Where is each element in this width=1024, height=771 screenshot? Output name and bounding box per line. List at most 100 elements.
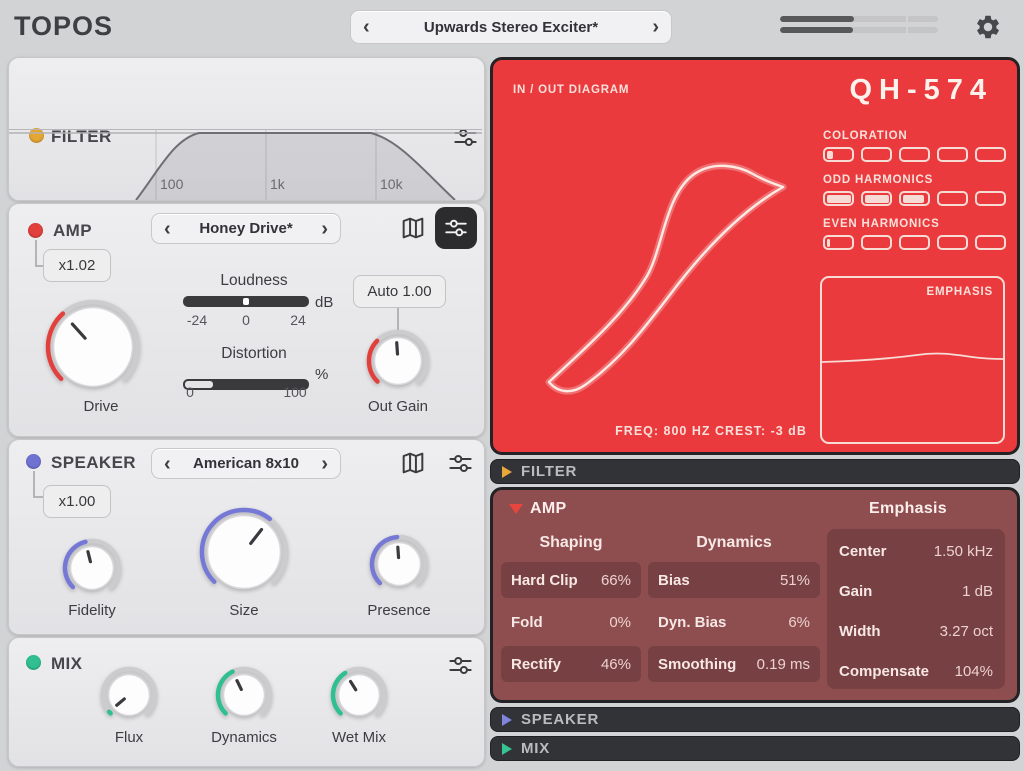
mix-enable-dot[interactable] — [26, 655, 41, 670]
amp-input-multiplier[interactable]: x1.02 — [43, 249, 111, 282]
even-harmonics-meter — [823, 235, 1006, 250]
output-level-meter — [780, 16, 938, 38]
out-gain-knob[interactable] — [366, 329, 430, 398]
param-row-center[interactable]: Center 1.50 kHz — [827, 531, 1005, 571]
led-segment — [899, 235, 930, 250]
section-bar-mix[interactable]: MIX — [490, 736, 1020, 761]
distortion-ticks: 0 100 — [183, 384, 309, 402]
param-name: Smoothing — [658, 656, 736, 673]
expand-arrow-icon — [502, 714, 512, 726]
param-value: 104% — [955, 663, 993, 680]
dynamics-column: Dynamics Bias 51% Dyn. Bias 6% Smoothing… — [648, 534, 820, 688]
filter-curve-graph[interactable]: 100 1k 10k — [9, 129, 482, 200]
mix-panel-title: MIX — [51, 654, 82, 674]
auto-gain-value[interactable]: Auto 1.00 — [353, 275, 446, 308]
preset-prev-button[interactable]: ‹ — [363, 17, 370, 37]
param-name: Gain — [839, 583, 872, 600]
param-name: Width — [839, 623, 881, 640]
speaker-model-name[interactable]: American 8x10 — [193, 455, 299, 472]
loudness-ticks: -24 0 24 — [183, 312, 309, 330]
led-segment — [899, 147, 930, 162]
shaping-header: Shaping — [501, 534, 641, 552]
param-row-gain[interactable]: Gain 1 dB — [827, 571, 1005, 611]
freq-tick-1k: 1k — [270, 176, 285, 192]
led-segment — [899, 191, 930, 206]
section-bar-filter[interactable]: FILTER — [490, 459, 1020, 484]
param-row-bias[interactable]: Bias 51% — [648, 562, 820, 598]
speaker-model-prev-button[interactable]: ‹ — [164, 454, 171, 474]
preset-name[interactable]: Upwards Stereo Exciter* — [424, 19, 598, 36]
led-segment — [823, 235, 854, 250]
param-row-smoothing[interactable]: Smoothing 0.19 ms — [648, 646, 820, 682]
distortion-unit: % — [315, 366, 328, 383]
param-name: Center — [839, 543, 887, 560]
loudness-tick: -24 — [187, 312, 207, 328]
amp-model-next-button[interactable]: › — [321, 219, 328, 239]
amp-enable-dot[interactable] — [28, 223, 43, 238]
amp-model-prev-button[interactable]: ‹ — [164, 219, 171, 239]
preset-selector[interactable]: ‹ Upwards Stereo Exciter* › — [350, 10, 672, 44]
led-segment — [861, 191, 892, 206]
param-row-compensate[interactable]: Compensate 104% — [827, 651, 1005, 691]
speaker-panel: SPEAKER ‹ American 8x10 › x1.00 Fidelity… — [8, 439, 485, 635]
preset-next-button[interactable]: › — [652, 17, 659, 37]
emphasis-graph: EMPHASIS — [820, 276, 1005, 444]
amp-browse-map-icon[interactable] — [399, 214, 427, 242]
mix-settings-sliders-icon[interactable] — [447, 652, 474, 679]
collapse-arrow-icon — [509, 504, 523, 514]
speaker-model-next-button[interactable]: › — [321, 454, 328, 474]
speaker-input-multiplier[interactable]: x1.00 — [43, 485, 111, 518]
amp-model-name[interactable]: Honey Drive* — [199, 220, 292, 237]
fidelity-knob-label: Fidelity — [42, 602, 142, 619]
loudness-label: Loudness — [194, 272, 314, 290]
fidelity-knob[interactable] — [62, 538, 122, 603]
settings-gear-icon[interactable] — [974, 13, 1002, 41]
size-knob[interactable] — [199, 507, 289, 602]
amp-model-selector[interactable]: ‹ Honey Drive* › — [151, 213, 341, 244]
speaker-enable-dot[interactable] — [26, 454, 41, 469]
param-row-hard-clip[interactable]: Hard Clip 66% — [501, 562, 641, 598]
amp-detail-header[interactable]: AMP — [509, 500, 566, 518]
amp-detail-title: AMP — [530, 500, 566, 518]
loudness-slider-handle[interactable] — [243, 298, 249, 305]
expand-arrow-icon — [502, 466, 512, 478]
param-row-rectify[interactable]: Rectify 46% — [501, 646, 641, 682]
led-segment — [975, 235, 1006, 250]
param-value: 0.19 ms — [757, 656, 810, 673]
amp-panel-title: AMP — [53, 221, 92, 241]
drive-knob[interactable] — [45, 299, 141, 400]
led-segment — [823, 147, 854, 162]
param-row-dyn-bias[interactable]: Dyn. Bias 6% — [648, 604, 820, 640]
param-row-fold[interactable]: Fold 0% — [501, 604, 641, 640]
amp-settings-sliders-button[interactable] — [435, 207, 477, 249]
led-segment — [937, 191, 968, 206]
speaker-browse-map-icon[interactable] — [399, 449, 427, 477]
io-transfer-curve — [501, 78, 831, 455]
led-segment — [937, 235, 968, 250]
loudness-slider[interactable] — [183, 296, 309, 307]
odd-harmonics-meter — [823, 191, 1006, 206]
led-segment — [861, 147, 892, 162]
section-bar-speaker[interactable]: SPEAKER — [490, 707, 1020, 732]
led-segment — [861, 235, 892, 250]
analyzer-display: IN / OUT DIAGRAM QH-574 COLORATION ODD H… — [490, 57, 1020, 455]
param-value: 6% — [788, 614, 810, 631]
led-segment — [823, 191, 854, 206]
filter-curve — [9, 130, 482, 200]
presence-knob[interactable] — [369, 534, 429, 599]
dynamics-header: Dynamics — [648, 534, 820, 552]
speaker-settings-sliders-icon[interactable] — [447, 450, 474, 477]
param-value: 0% — [609, 614, 631, 631]
param-value: 3.27 oct — [940, 623, 993, 640]
emphasis-graph-label: EMPHASIS — [927, 286, 993, 298]
dynamics-knob[interactable] — [215, 666, 273, 729]
speaker-model-selector[interactable]: ‹ American 8x10 › — [151, 448, 341, 479]
flux-knob[interactable] — [100, 666, 158, 729]
led-segment — [975, 191, 1006, 206]
param-row-width[interactable]: Width 3.27 oct — [827, 611, 1005, 651]
wet-mix-knob[interactable] — [330, 666, 388, 729]
speaker-panel-title: SPEAKER — [51, 453, 136, 473]
freq-tick-100: 100 — [160, 176, 183, 192]
section-bar-speaker-label: SPEAKER — [521, 711, 599, 728]
param-name: Compensate — [839, 663, 929, 680]
